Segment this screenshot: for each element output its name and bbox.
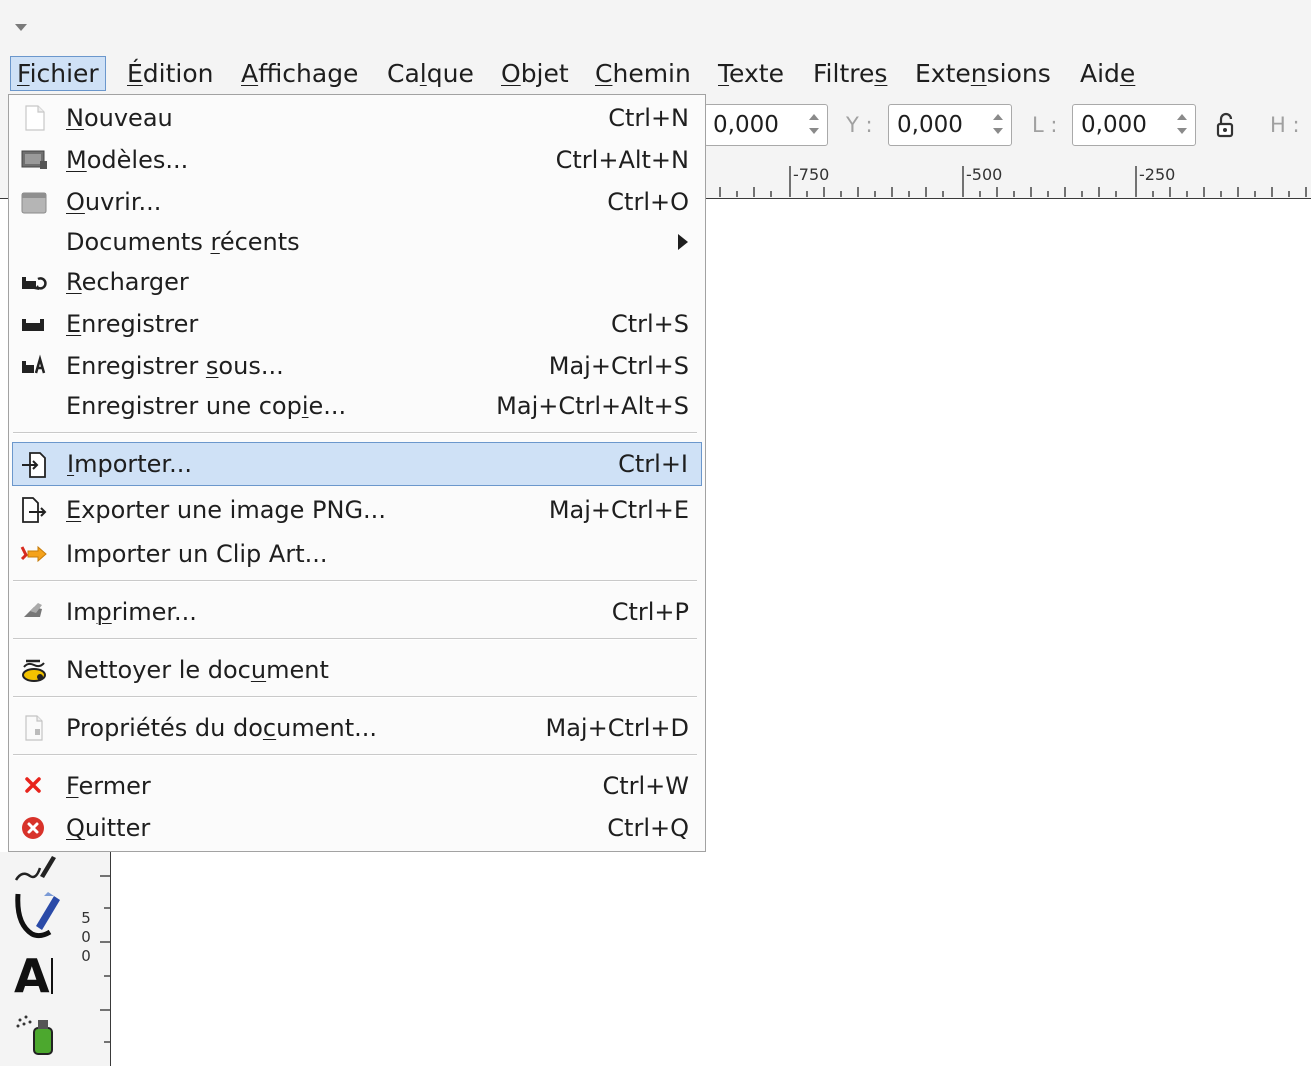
clipart-icon [20, 545, 47, 563]
pencil-tool-icon[interactable] [14, 854, 58, 884]
menu-item-exporter-png[interactable]: Exporter une image PNG... Maj+Ctrl+E [12, 490, 702, 530]
templates-icon [21, 150, 47, 169]
document-properties-icon [25, 715, 43, 741]
y-value: 0,000 [897, 112, 963, 138]
new-document-icon [25, 105, 45, 131]
menu-item-nouveau[interactable]: Nouveau Ctrl+N [12, 98, 702, 138]
w-spinbox[interactable]: 0,000 [1072, 104, 1196, 146]
menu-item-modeles[interactable]: Modèles... Ctrl+Alt+N [12, 140, 702, 180]
lock-ratio-icon[interactable] [1213, 112, 1239, 140]
submenu-arrow-icon [678, 234, 688, 250]
shortcut: Ctrl+Alt+N [555, 146, 689, 174]
file-menu-dropdown: Nouveau Ctrl+N Modèles... Ctrl+Alt+N Ouv… [8, 94, 706, 852]
menu-separator [13, 754, 697, 756]
vruler-digit-5: 5 [81, 909, 91, 927]
calligraphy-tool-icon[interactable] [14, 890, 62, 940]
quit-icon [22, 817, 44, 839]
ruler-label-500: -500 [966, 165, 1002, 184]
shortcut: Ctrl+S [610, 310, 689, 338]
y-spinbox[interactable]: 0,000 [888, 104, 1012, 146]
menu-fichier[interactable]: Fichier [10, 56, 106, 91]
menu-item-importer-clipart[interactable]: Importer un Clip Art... [12, 534, 702, 574]
menu-item-fermer[interactable]: Fermer Ctrl+W [12, 766, 702, 806]
shortcut: Ctrl+N [608, 104, 689, 132]
window-title-strip [0, 0, 1311, 52]
menu-item-quitter[interactable]: Quitter Ctrl+Q [12, 808, 702, 848]
x-spinbox[interactable]: 0,000 [704, 104, 828, 146]
open-folder-icon [21, 192, 47, 214]
shortcut: Ctrl+Q [607, 814, 689, 842]
menu-separator [13, 696, 697, 698]
shortcut: Maj+Ctrl+D [545, 714, 689, 742]
menu-item-enregistrer[interactable]: Enregistrer Ctrl+S [12, 304, 702, 344]
shortcut: Ctrl+O [607, 188, 689, 216]
vruler-digit-0a: 0 [81, 928, 91, 946]
x-spin-arrows-icon[interactable] [809, 114, 819, 138]
menu-item-recharger[interactable]: Recharger [12, 262, 702, 302]
menu-item-enregistrer-copie[interactable]: Enregistrer une copie... Maj+Ctrl+Alt+S [12, 386, 702, 426]
menu-item-ouvrir[interactable]: Ouvrir... Ctrl+O [12, 182, 702, 222]
vruler-digit-0b: 0 [81, 947, 91, 965]
ruler-label-250: -250 [1139, 165, 1175, 184]
menu-edition[interactable]: Édition [121, 56, 220, 91]
menubar: Fichier Édition Affichage Calque Objet C… [0, 52, 1311, 94]
menu-separator [13, 580, 697, 582]
y-label: Y : [846, 113, 873, 137]
shortcut: Ctrl+W [602, 772, 689, 800]
menu-chemin[interactable]: Chemin [589, 56, 697, 91]
shortcut: Maj+Ctrl+Alt+S [496, 392, 689, 420]
w-label: L : [1032, 113, 1058, 137]
w-spin-arrows-icon[interactable] [1177, 114, 1187, 138]
import-icon [22, 452, 46, 478]
text-tool-icon[interactable]: A [14, 950, 60, 998]
menu-separator [13, 638, 697, 640]
h-label: H : [1270, 113, 1300, 137]
menu-item-proprietes[interactable]: Propriétés du document... Maj+Ctrl+D [12, 708, 702, 748]
ruler-label-750: -750 [793, 165, 829, 184]
save-as-icon [22, 354, 46, 374]
y-spin-arrows-icon[interactable] [993, 114, 1003, 138]
shortcut: Ctrl+I [618, 450, 688, 478]
vertical-ruler: 5 0 0 [78, 852, 111, 1066]
shortcut: Maj+Ctrl+S [548, 352, 689, 380]
shortcut: Maj+Ctrl+E [548, 496, 689, 524]
menu-extensions[interactable]: Extensions [909, 56, 1057, 91]
menu-aide[interactable]: Aide [1074, 56, 1141, 91]
menu-separator [13, 432, 697, 434]
spray-tool-icon[interactable] [14, 1012, 58, 1060]
toolbox: A [0, 852, 78, 1066]
w-value: 0,000 [1081, 112, 1147, 138]
menu-calque[interactable]: Calque [381, 56, 480, 91]
menu-item-imprimer[interactable]: Imprimer... Ctrl+P [12, 592, 702, 632]
revert-icon [22, 277, 47, 290]
x-value: 0,000 [713, 112, 779, 138]
print-icon [24, 603, 42, 617]
menu-item-enregistrer-sous[interactable]: Enregistrer sous... Maj+Ctrl+S [12, 346, 702, 386]
menu-item-documents-recents[interactable]: Documents récents [12, 222, 702, 262]
menu-objet[interactable]: Objet [495, 56, 575, 91]
menu-filtres[interactable]: Filtres [807, 56, 893, 91]
menu-item-nettoyer[interactable]: Nettoyer le document [12, 650, 702, 690]
menu-affichage[interactable]: Affichage [235, 56, 364, 91]
shortcut: Ctrl+P [611, 598, 689, 626]
vacuum-icon [22, 659, 46, 682]
close-icon [25, 777, 41, 793]
menu-item-importer[interactable]: Importer... Ctrl+I [12, 442, 702, 486]
window-menu-arrow-icon[interactable] [15, 24, 27, 31]
menu-texte[interactable]: Texte [712, 56, 790, 91]
save-icon [22, 319, 44, 331]
export-icon [22, 497, 47, 523]
svg-text:A: A [14, 950, 50, 998]
